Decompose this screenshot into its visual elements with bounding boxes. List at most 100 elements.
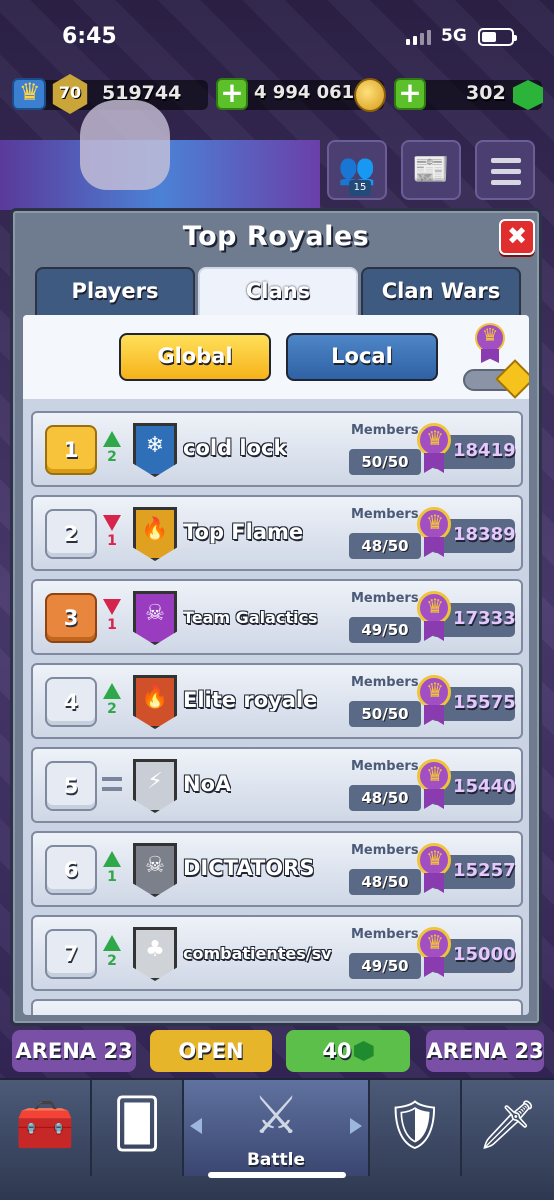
nav-cards[interactable]: 🂠 — [92, 1080, 184, 1176]
filter-bar: Global Local — [23, 315, 529, 399]
level-badge[interactable]: 70 — [50, 74, 90, 114]
signal-icon — [406, 30, 431, 45]
clan-row-partial[interactable] — [31, 999, 523, 1015]
tab-clans[interactable]: Clans — [198, 267, 358, 319]
nav-battle[interactable]: ⚔ Battle — [184, 1080, 370, 1176]
nav-battle-label: Battle — [246, 1150, 306, 1170]
trend-down-icon — [103, 599, 121, 615]
clan-trophies: 17333 — [453, 608, 516, 629]
rank-box: 7 — [45, 929, 97, 979]
add-gems-button[interactable]: + — [394, 78, 426, 110]
news-button[interactable]: 📰 — [401, 140, 461, 200]
members-label: Members — [351, 927, 419, 942]
members-count: 50/50 — [349, 701, 421, 727]
menu-button[interactable] — [475, 140, 535, 200]
toggle-knob[interactable] — [495, 359, 529, 399]
nav-events[interactable]: 🗡 — [462, 1080, 554, 1176]
chest-slot-3[interactable]: 40 — [286, 1030, 410, 1072]
friends-button[interactable]: 👥 15 — [327, 140, 387, 200]
top-royales-modal: Top Royales ✖ Players Clans Clan Wars Gl… — [10, 208, 542, 1026]
rank-box: 1 — [45, 425, 97, 475]
members-label: Members — [351, 591, 419, 606]
hamburger-icon — [491, 158, 521, 191]
clan-row[interactable]: 31 ☠ Team Galactics Members 49/50 17333 — [31, 579, 523, 655]
chest-slot-2[interactable]: OPEN — [150, 1030, 272, 1072]
rank-trend: 2 — [101, 935, 123, 975]
clan-row[interactable]: 12 ❄cold lock Members 50/50 18419 — [31, 411, 523, 487]
rank-box: 5 — [45, 761, 97, 811]
rank-change: 2 — [107, 449, 117, 465]
close-button[interactable]: ✖ — [499, 219, 535, 255]
members-count: 49/50 — [349, 953, 421, 979]
members-label: Members — [351, 423, 419, 438]
friends-count: 15 — [349, 180, 371, 196]
clan-row[interactable]: 42 🔥Elite royale Members 50/50 15575 — [31, 663, 523, 739]
trophy-medal-icon — [417, 759, 451, 811]
chest-slot-4[interactable]: ARENA 23 — [426, 1030, 544, 1072]
clan-name: combatientes/sv — [183, 944, 332, 963]
members-label: Members — [351, 759, 419, 774]
tab-players[interactable]: Players — [35, 267, 195, 317]
trend-up-icon — [103, 851, 121, 867]
global-filter-button[interactable]: Global — [119, 333, 271, 381]
sword-wreath-icon: 🗡 — [477, 1097, 539, 1153]
rank-box: 4 — [45, 677, 97, 727]
clan-name: cold lock — [183, 436, 288, 460]
nav-shop[interactable]: 🧰 — [0, 1080, 92, 1176]
add-gold-button[interactable]: + — [216, 78, 248, 110]
clan-trophies: 15000 — [453, 944, 516, 965]
nav-clan[interactable]: 🛡 — [370, 1080, 462, 1176]
gold-count: 4 994 061 — [254, 82, 355, 103]
trophy-medal-icon — [417, 507, 451, 559]
home-indicator[interactable] — [208, 1172, 346, 1178]
members-label: Members — [351, 843, 419, 858]
clan-row[interactable]: 61 ☠DICTATORS Members 48/50 15257 — [31, 831, 523, 907]
clan-row[interactable]: 72 ♣ combatientes/sv Members 49/50 15000 — [31, 915, 523, 991]
gold-coin-icon — [354, 78, 386, 112]
clan-trophies: 18419 — [453, 440, 516, 461]
rank-change: 2 — [107, 953, 117, 969]
members-label: Members — [351, 507, 419, 522]
rank-trend: 1 — [101, 851, 123, 891]
trend-up-icon — [103, 683, 121, 699]
clock: 6:45 — [62, 24, 117, 49]
rank-trend: 2 — [101, 683, 123, 723]
clan-name: DICTATORS — [183, 856, 315, 880]
clan-shield-icon: 🛡 — [384, 1097, 446, 1153]
trend-same-icon — [102, 777, 122, 791]
crown-icon[interactable] — [12, 78, 46, 110]
status-bar: 6:45 5G — [0, 0, 554, 70]
rank-trend: 1 — [101, 599, 123, 639]
bottom-navigation: 🧰 🂠 ⚔ Battle 🛡 🗡 — [0, 1078, 554, 1200]
clan-name: NoA — [183, 772, 232, 796]
clan-badge-icon: ☠ — [133, 591, 177, 645]
clan-row[interactable]: 5 ⚡NoA Members 48/50 15440 — [31, 747, 523, 823]
trend-down-icon — [103, 515, 121, 531]
cards-icon: 🂠 — [112, 1096, 162, 1152]
network-label: 5G — [441, 26, 467, 46]
tab-clan-wars[interactable]: Clan Wars — [361, 267, 521, 317]
gem-icon — [353, 1041, 374, 1061]
local-filter-button[interactable]: Local — [286, 333, 438, 381]
clan-name: Elite royale — [183, 688, 318, 712]
rank-change: 2 — [107, 701, 117, 717]
rank-trend — [101, 767, 123, 807]
clan-badge-icon: ⚡ — [133, 759, 177, 813]
clan-trophies: 15257 — [453, 860, 516, 881]
rank-box: 2 — [45, 509, 97, 559]
clan-name: Team Galactics — [183, 608, 318, 627]
skeleton-character-art — [80, 100, 170, 190]
crossed-swords-icon: ⚔ — [252, 1086, 300, 1146]
trend-up-icon — [103, 935, 121, 951]
newspaper-icon: 📰 — [412, 152, 450, 187]
shop-chest-icon: 🧰 — [15, 1097, 75, 1153]
rank-box: 3 — [45, 593, 97, 643]
rank-change: 1 — [107, 533, 117, 549]
arrow-right-icon — [350, 1118, 362, 1134]
clan-row[interactable]: 21 🔥Top Flame Members 48/50 18389 — [31, 495, 523, 571]
clan-badge-icon: ☠ — [133, 843, 177, 897]
rank-trend: 1 — [101, 515, 123, 555]
chest-slot-1[interactable]: ARENA 23 — [12, 1030, 136, 1072]
clan-badge-icon: ❄ — [133, 423, 177, 477]
trophy-medal-icon — [417, 675, 451, 727]
